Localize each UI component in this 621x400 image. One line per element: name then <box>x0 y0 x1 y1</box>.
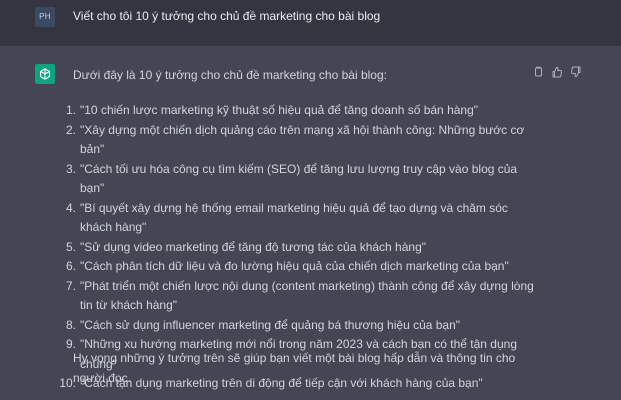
list-item-text: "Cách sử dụng influencer marketing để qu… <box>80 317 461 332</box>
list-item: 4. "Bí quyết xây dựng hệ thống email mark… <box>55 199 535 238</box>
thumbs-down-icon[interactable] <box>570 66 582 78</box>
list-item: 6. "Cách phân tích dữ liệu và đo lường hi… <box>55 257 535 277</box>
list-item-number: 3. <box>65 161 76 176</box>
list-item-text: "Cách tối ưu hóa công cụ tìm kiếm (SEO) … <box>80 161 518 196</box>
list-item: 1. "10 chiến lược marketing kỹ thuật số h… <box>55 101 535 121</box>
list-item-number: 8. <box>65 317 76 332</box>
list-item-text: "Sử dụng video marketing để tăng độ tươn… <box>80 239 427 254</box>
list-item: 2. "Xây dựng một chiến dịch quảng cáo trê… <box>55 121 535 160</box>
user-message-row: PH Viết cho tôi 10 ý tưởng cho chủ đề ma… <box>0 0 621 46</box>
copy-icon[interactable] <box>532 66 544 78</box>
thumbs-up-icon[interactable] <box>551 66 563 78</box>
message-actions <box>532 66 582 78</box>
list-item-number: 6. <box>65 259 76 273</box>
list-item-text: "Cách phân tích dữ liệu và đo lường hiệu… <box>80 259 509 273</box>
list-item-number: 7. <box>65 278 76 293</box>
user-message-text: Viết cho tôi 10 ý tưởng cho chủ đề marke… <box>73 9 381 23</box>
chatgpt-logo-icon <box>35 64 55 84</box>
user-avatar: PH <box>35 7 55 27</box>
list-item-number: 2. <box>65 122 76 137</box>
list-item: 8. "Cách sử dụng influencer marketing để … <box>55 316 535 336</box>
assistant-intro: Dưới đây là 10 ý tưởng cho chủ đề market… <box>73 68 387 82</box>
assistant-outro: Hy vọng những ý tưởng trên sẽ giúp bạn v… <box>73 351 516 385</box>
assistant-message-row: Dưới đây là 10 ý tưởng cho chủ đề market… <box>0 46 621 400</box>
list-item: 7. "Phát triển một chiến lược nội dung (c… <box>55 277 535 316</box>
list-item-text: "Bí quyết xây dựng hệ thống email market… <box>80 200 508 235</box>
list-item-number: 4. <box>65 200 76 215</box>
list-item-number: 1. <box>65 103 76 117</box>
list-item-text: "10 chiến lược marketing kỹ thuật số hiệ… <box>80 103 479 117</box>
list-item-number: 5. <box>65 239 76 254</box>
list-item: 5. "Sử dụng video marketing để tăng độ tư… <box>55 238 535 258</box>
list-item: 3. "Cách tối ưu hóa công cụ tìm kiếm (SEO… <box>55 160 535 199</box>
list-item-text: "Phát triển một chiến lược nội dung (con… <box>80 278 534 313</box>
list-item-text: "Xây dựng một chiến dịch quảng cáo trên … <box>80 122 525 157</box>
